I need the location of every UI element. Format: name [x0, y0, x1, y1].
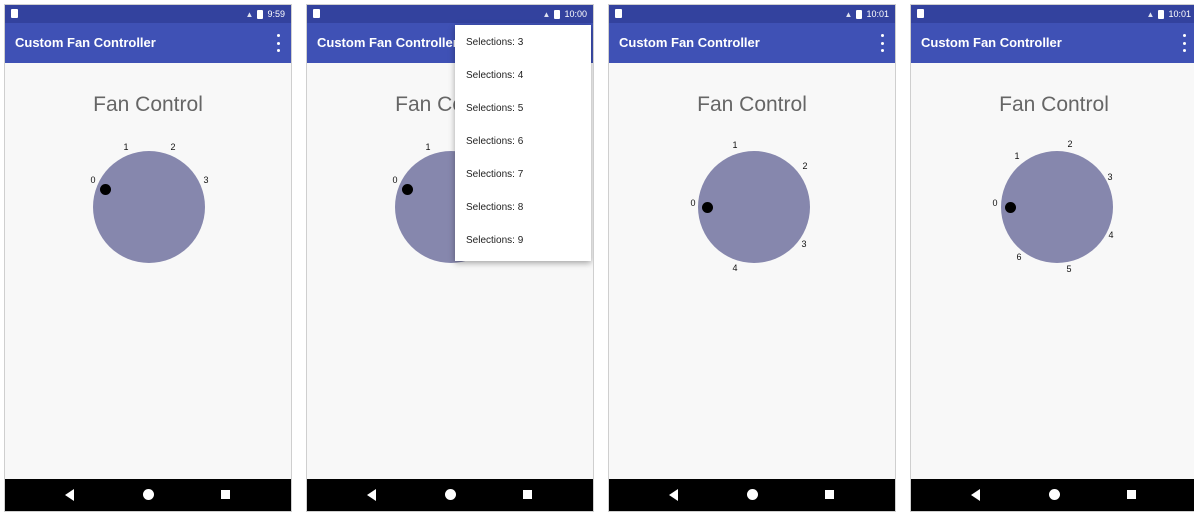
selection-label: 3: [203, 175, 209, 185]
selection-label: 2: [802, 161, 808, 171]
back-triangle-icon[interactable]: [971, 489, 980, 501]
selection-label: 1: [425, 142, 431, 152]
home-circle-icon[interactable]: [445, 489, 456, 500]
app-title: Custom Fan Controller: [15, 35, 156, 50]
battery-icon: [856, 9, 863, 19]
battery-icon: [257, 9, 264, 19]
recents-square-icon[interactable]: [1127, 490, 1136, 499]
status-bar: ▲ 10:00: [307, 5, 593, 23]
selection-label: 2: [170, 142, 176, 152]
status-time: 10:00: [564, 9, 587, 19]
sim-card-icon: [917, 9, 924, 18]
selection-label: 3: [801, 239, 807, 249]
menu-item-selections-9[interactable]: Selections: 9: [455, 223, 591, 257]
fan-dial[interactable]: [698, 151, 810, 263]
menu-item-selections-5[interactable]: Selections: 5: [455, 91, 591, 125]
fan-dial[interactable]: [93, 151, 205, 263]
back-triangle-icon[interactable]: [367, 489, 376, 501]
recents-square-icon[interactable]: [523, 490, 532, 499]
status-right: ▲ 10:01: [845, 7, 889, 21]
more-vert-icon[interactable]: [1181, 34, 1187, 52]
selection-label: 2: [1067, 139, 1073, 149]
status-time: 10:01: [1168, 9, 1191, 19]
status-bar: ▲ 10:01: [609, 5, 895, 23]
menu-item-selections-3[interactable]: Selections: 3: [455, 25, 591, 59]
nav-bar: [911, 479, 1194, 511]
recents-square-icon[interactable]: [825, 490, 834, 499]
page-title: Fan Control: [697, 93, 807, 116]
selection-label: 0: [392, 175, 398, 185]
status-right: ▲ 9:59: [246, 7, 285, 21]
menu-item-selections-7[interactable]: Selections: 7: [455, 157, 591, 191]
status-time: 10:01: [866, 9, 889, 19]
signal-icon: ▲: [542, 9, 551, 19]
nav-bar: [609, 479, 895, 511]
sim-card-icon: [615, 9, 622, 18]
dial-indicator: [1005, 202, 1016, 213]
sim-card-icon: [11, 9, 18, 18]
selections-menu: Selections: 3 Selections: 4 Selections: …: [455, 25, 591, 261]
selection-label: 0: [90, 175, 96, 185]
phone-screen-1: ▲ 9:59 Custom Fan Controller Fan Control…: [4, 4, 292, 512]
app-title: Custom Fan Controller: [317, 35, 458, 50]
status-right: ▲ 10:00: [543, 7, 587, 21]
home-circle-icon[interactable]: [1049, 489, 1060, 500]
sim-card-icon: [313, 9, 320, 18]
app-title: Custom Fan Controller: [921, 35, 1062, 50]
back-triangle-icon[interactable]: [669, 489, 678, 501]
app-bar: Custom Fan Controller: [609, 23, 895, 63]
back-triangle-icon[interactable]: [65, 489, 74, 501]
fan-dial[interactable]: [1001, 151, 1113, 263]
menu-item-selections-8[interactable]: Selections: 8: [455, 190, 591, 224]
phone-screen-3: ▲ 10:01 Custom Fan Controller Fan Contro…: [608, 4, 896, 512]
battery-icon: [554, 9, 561, 19]
selection-label: 5: [1066, 264, 1072, 274]
signal-icon: ▲: [245, 9, 254, 19]
selection-label: 4: [732, 263, 738, 273]
selection-label: 1: [732, 140, 738, 150]
status-bar: ▲ 9:59: [5, 5, 291, 23]
phone-screen-2: ▲ 10:00 Custom Fan Controller Fan Contro…: [306, 4, 594, 512]
page-title: Fan Control: [93, 93, 203, 116]
selection-label: 4: [1108, 230, 1114, 240]
selection-label: 6: [1016, 252, 1022, 262]
selection-label: 0: [690, 198, 696, 208]
dial-indicator: [402, 184, 413, 195]
selection-label: 3: [1107, 172, 1113, 182]
more-vert-icon[interactable]: [879, 34, 885, 52]
phone-screen-4: ▲ 10:01 Custom Fan Controller Fan Contro…: [910, 4, 1194, 512]
selection-label: 1: [1014, 151, 1020, 161]
status-time: 9:59: [267, 9, 285, 19]
menu-item-selections-4[interactable]: Selections: 4: [455, 58, 591, 92]
more-vert-icon[interactable]: [275, 34, 281, 52]
home-circle-icon[interactable]: [143, 489, 154, 500]
nav-bar: [307, 479, 593, 511]
menu-item-selections-6[interactable]: Selections: 6: [455, 124, 591, 158]
page-title: Fan Control: [999, 93, 1109, 116]
signal-icon: ▲: [1146, 9, 1155, 19]
battery-icon: [1158, 9, 1165, 19]
dial-indicator: [100, 184, 111, 195]
app-bar: Custom Fan Controller: [911, 23, 1194, 63]
signal-icon: ▲: [844, 9, 853, 19]
recents-square-icon[interactable]: [221, 490, 230, 499]
status-bar: ▲ 10:01: [911, 5, 1194, 23]
nav-bar: [5, 479, 291, 511]
status-right: ▲ 10:01: [1147, 7, 1191, 21]
selection-label: 0: [992, 198, 998, 208]
app-title: Custom Fan Controller: [619, 35, 760, 50]
home-circle-icon[interactable]: [747, 489, 758, 500]
dial-indicator: [702, 202, 713, 213]
selection-label: 1: [123, 142, 129, 152]
app-bar: Custom Fan Controller: [5, 23, 291, 63]
